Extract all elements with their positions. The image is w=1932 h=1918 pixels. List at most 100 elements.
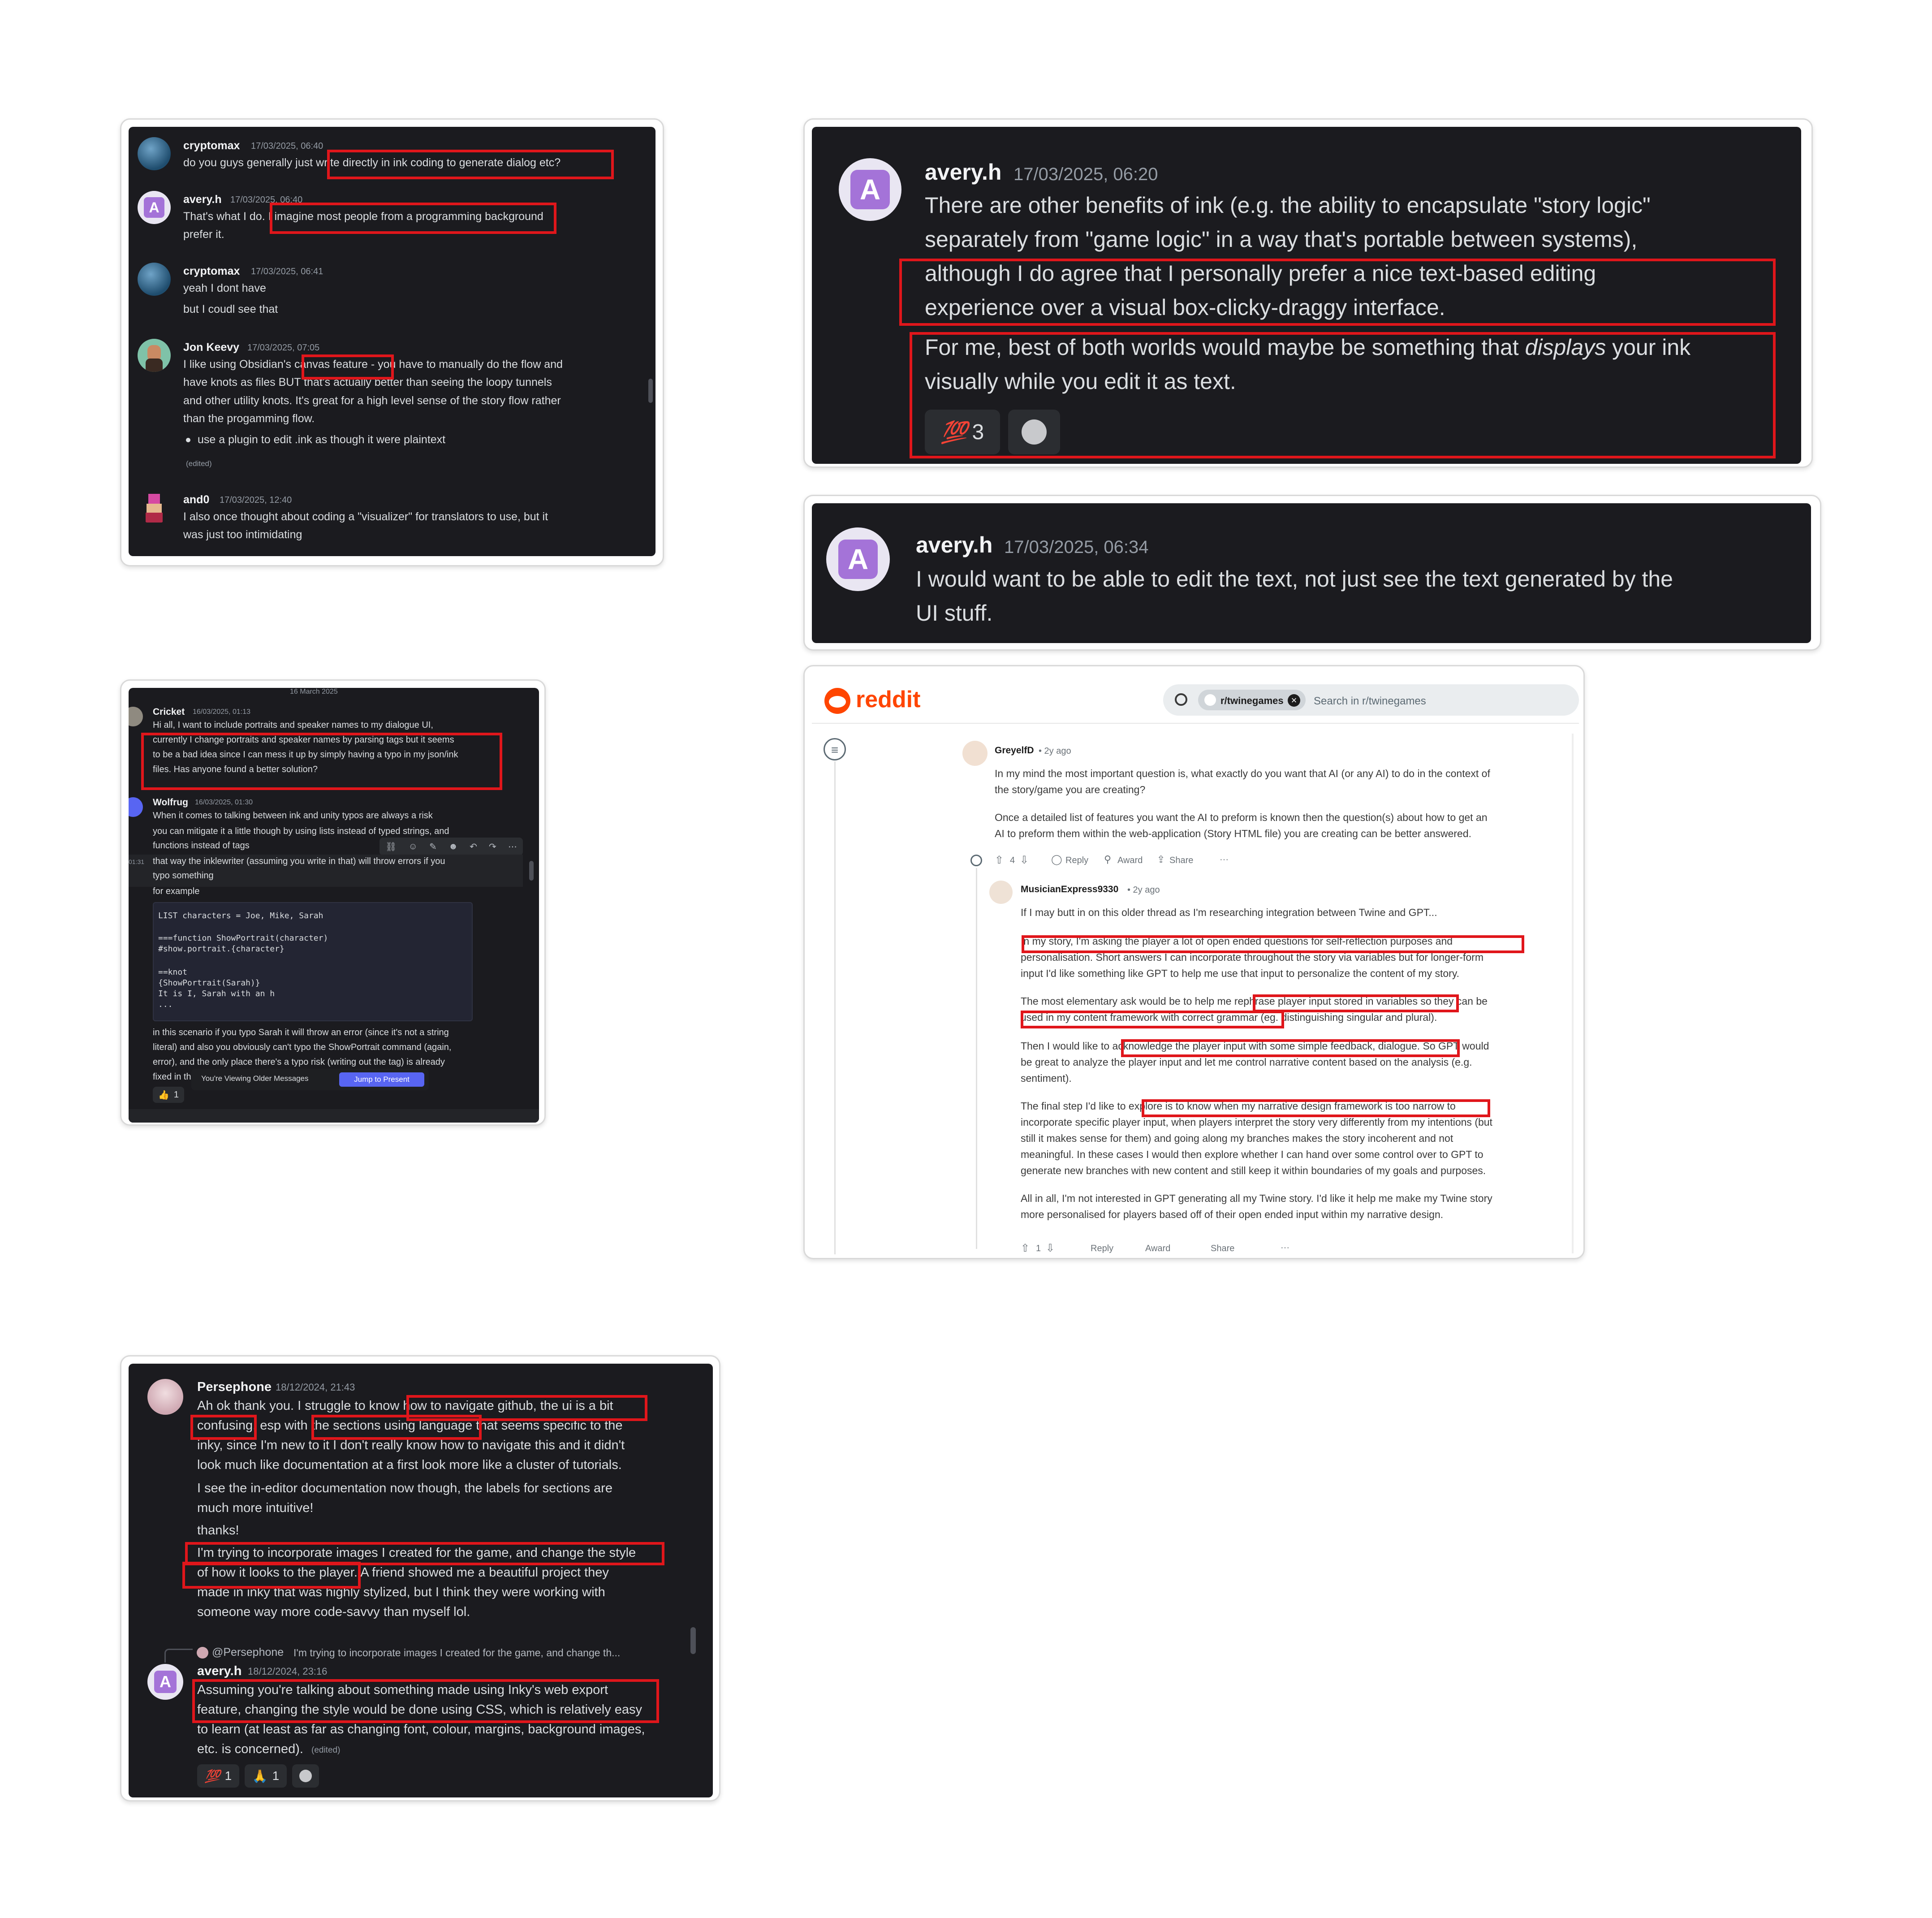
- upvote-icon[interactable]: ⇧: [1021, 1242, 1030, 1255]
- username[interactable]: and0: [183, 493, 209, 506]
- link-icon[interactable]: ⛓: [385, 841, 397, 852]
- username[interactable]: avery.h: [925, 159, 1001, 185]
- reaction-thumbs-up[interactable]: 👍 1: [153, 1087, 184, 1103]
- username[interactable]: Persephone: [197, 1380, 272, 1395]
- more-options-button[interactable]: ···: [1220, 855, 1229, 865]
- comment-text: the story/game you are creating?: [995, 784, 1146, 795]
- message-text: Hi all, I want to include portraits and …: [153, 720, 433, 730]
- username[interactable]: avery.h: [197, 1664, 242, 1679]
- message-text: separately from "game logic" in a way th…: [925, 227, 1638, 252]
- username[interactable]: Cricket: [153, 707, 185, 717]
- message-text: I'm trying to incorporate images I creat…: [197, 1546, 636, 1560]
- message-text: have knots as files BUT that's actually …: [183, 376, 552, 389]
- reaction-pray[interactable]: 🙏 1: [245, 1764, 287, 1788]
- downvote-icon[interactable]: ⇩: [1046, 1242, 1055, 1255]
- username[interactable]: avery.h: [916, 532, 992, 558]
- username[interactable]: MusicianExpress9330: [1021, 884, 1118, 895]
- message-text: For me, best of both worlds would maybe …: [925, 334, 1690, 360]
- reply-preview[interactable]: I'm trying to incorporate images I creat…: [293, 1647, 620, 1659]
- code-line: It is I, Sarah with an h: [158, 989, 275, 998]
- username[interactable]: Jon Keevy: [183, 341, 239, 354]
- react-icon[interactable]: ☻: [448, 842, 458, 852]
- scrollbar[interactable]: [648, 379, 653, 403]
- reply-button[interactable]: Reply: [1065, 855, 1088, 866]
- award-icon[interactable]: ⚲: [1104, 854, 1111, 865]
- avatar-cryptomax[interactable]: [138, 137, 171, 170]
- close-chip-icon[interactable]: ×: [1288, 694, 1300, 707]
- avatar-cryptomax[interactable]: [138, 263, 171, 296]
- older-messages-label: You're Viewing Older Messages: [201, 1074, 309, 1083]
- username[interactable]: avery.h: [183, 193, 222, 206]
- more-icon[interactable]: ⋯: [508, 841, 517, 852]
- comment-text: personalisation. Short answers I can inc…: [1021, 951, 1484, 963]
- comment-text: All in all, I'm not interested in GPT ge…: [1021, 1192, 1492, 1204]
- message-text: was just too intimidating: [183, 528, 302, 541]
- avatar-jon-keevy[interactable]: [138, 339, 171, 372]
- reply-button[interactable]: Reply: [1091, 1244, 1113, 1254]
- emoji-icon[interactable]: ☺: [409, 842, 418, 852]
- scrollbar[interactable]: [690, 1627, 696, 1654]
- share-button[interactable]: Share: [1211, 1244, 1234, 1254]
- reply-thread-line: [976, 868, 977, 1249]
- add-reaction-button[interactable]: [292, 1764, 319, 1788]
- collapse-all-icon[interactable]: ≡: [824, 738, 846, 760]
- username[interactable]: cryptomax: [183, 139, 240, 152]
- reply-avatar: [197, 1647, 208, 1659]
- reply-icon[interactable]: ◯: [1051, 854, 1062, 865]
- pin-icon[interactable]: ✎: [429, 841, 437, 852]
- message-text: look much like documentation at a first …: [197, 1458, 622, 1472]
- downvote-icon[interactable]: ⇩: [1020, 854, 1029, 867]
- message-text: much more intuitive!: [197, 1501, 314, 1515]
- vote-count: 1: [1036, 1244, 1041, 1253]
- reddit-brand[interactable]: reddit: [856, 686, 920, 713]
- comment-text: generate new branches with new content a…: [1021, 1165, 1486, 1176]
- username[interactable]: Wolfrug: [153, 797, 188, 808]
- reaction-count: 1: [224, 1769, 232, 1783]
- avatar-avery[interactable]: A: [147, 1664, 183, 1700]
- more-options-button[interactable]: ···: [1281, 1243, 1289, 1253]
- reaction-100[interactable]: 💯 1: [197, 1764, 239, 1788]
- message-text: you can mitigate it a little though by u…: [153, 826, 449, 836]
- share-icon[interactable]: ⇪: [1157, 854, 1165, 865]
- smiley-icon: [299, 1770, 312, 1782]
- avatar-cricket[interactable]: [129, 707, 143, 726]
- avatar-greyelfd[interactable]: [962, 741, 988, 766]
- username[interactable]: GreyelfD: [995, 745, 1034, 756]
- avatar-wolfrug[interactable]: [129, 797, 143, 817]
- add-reaction-button[interactable]: [1008, 410, 1060, 454]
- bullet-dot: [186, 438, 190, 442]
- avery-logo-icon: A: [838, 540, 878, 579]
- reddit-screenshot-panel: reddit r/twinegames × Search in r/twineg…: [803, 665, 1585, 1259]
- avatar-avery[interactable]: A: [138, 191, 171, 224]
- avatar-persephone[interactable]: [147, 1379, 183, 1415]
- award-button[interactable]: Award: [1117, 855, 1143, 866]
- share-button[interactable]: Share: [1169, 855, 1193, 866]
- message-text: than the progamming flow.: [183, 412, 315, 425]
- avatar-and0[interactable]: [138, 491, 171, 524]
- reply-icon[interactable]: ↶: [470, 841, 477, 852]
- username[interactable]: cryptomax: [183, 265, 240, 278]
- text-span: For me, best of both worlds would maybe …: [925, 335, 1525, 360]
- code-line: ===function ShowPortrait(character): [158, 933, 328, 943]
- scrollbar[interactable]: [529, 861, 534, 881]
- timestamp: 17/03/2025, 06:20: [1013, 164, 1158, 184]
- avatar-musicianexpress[interactable]: [989, 881, 1013, 904]
- upvote-icon[interactable]: ⇧: [995, 854, 1004, 867]
- avatar-avery[interactable]: A: [839, 158, 901, 221]
- reddit-logo-icon[interactable]: [824, 688, 850, 714]
- comment-text: still it makes sense for them) and going…: [1021, 1132, 1453, 1144]
- jump-to-present-button[interactable]: Jump to Present: [339, 1072, 424, 1087]
- forward-icon[interactable]: ↷: [489, 841, 496, 852]
- avatar-avery[interactable]: A: [826, 527, 890, 591]
- message-text: confusing, esp with the sections using l…: [197, 1418, 623, 1433]
- subreddit-chip-label: r/twinegames: [1220, 695, 1284, 706]
- reply-mention[interactable]: @Persephone: [212, 1646, 284, 1659]
- reaction-100[interactable]: 💯 3: [925, 410, 1000, 454]
- award-button[interactable]: Award: [1145, 1244, 1170, 1254]
- timestamp: 16/03/2025, 01:30: [195, 799, 253, 806]
- collapse-comment-icon[interactable]: [970, 855, 982, 866]
- search-input[interactable]: Search in r/twinegames: [1314, 695, 1426, 708]
- discord-chat-dark: cryptomax 17/03/2025, 06:40 do you guys …: [129, 127, 656, 556]
- discord-chat-dark: A avery.h 17/03/2025, 06:20 There are ot…: [812, 127, 1801, 464]
- comment-text: meaningful. In these cases I would then …: [1021, 1149, 1484, 1160]
